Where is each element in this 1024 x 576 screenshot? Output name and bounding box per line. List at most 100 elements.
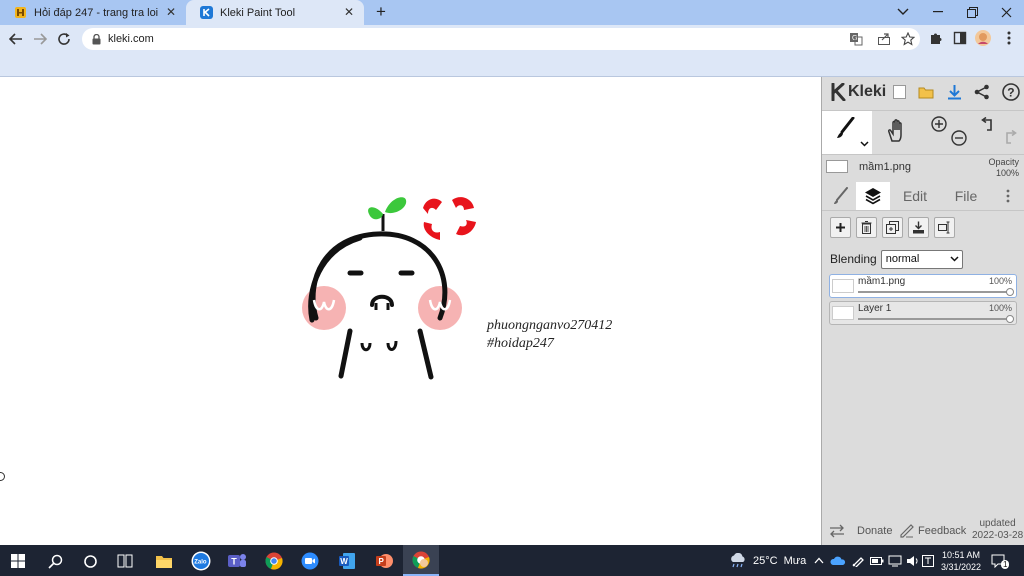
tab-file[interactable]: File (949, 182, 983, 210)
bookmark-star-icon[interactable] (900, 31, 916, 47)
blending-select[interactable]: normal (880, 249, 963, 269)
layer-opacity-slider-knob[interactable] (1006, 288, 1014, 296)
reload-button[interactable] (55, 30, 73, 48)
lock-icon[interactable] (92, 33, 101, 45)
kleki-logo-text: Kleki (848, 83, 887, 100)
tab-hoidap[interactable]: Hỏi đáp 247 - trang tra loi ✕ (0, 0, 186, 25)
updated-date: 2022-03-28 (972, 530, 1024, 541)
download-icon[interactable] (944, 82, 964, 102)
browser-menu-icon[interactable] (1001, 30, 1017, 46)
word-icon[interactable]: W (335, 549, 359, 573)
zoom-in-icon[interactable] (930, 115, 948, 133)
task-view-icon[interactable] (113, 549, 137, 573)
clock-time: 10:51 AM (941, 550, 981, 560)
zoom-out-icon[interactable] (950, 129, 968, 147)
tab-edit[interactable]: Edit (898, 182, 932, 210)
merge-down-button[interactable] (908, 217, 929, 238)
chevron-up-icon (814, 557, 824, 564)
update-info[interactable]: updated 2022-03-28 (972, 518, 1023, 542)
new-image-icon[interactable] (890, 83, 908, 101)
drawing-canvas[interactable]: phuongnganvo270412 #hoidap247 (0, 77, 821, 545)
tab-layers[interactable] (856, 182, 890, 210)
minimize-button[interactable] (928, 3, 948, 21)
signature-line: #hoidap247 (487, 336, 554, 351)
system-clock[interactable]: 10:51 AM 3/31/2022 (938, 549, 984, 573)
pen-workspace-icon[interactable] (852, 545, 864, 576)
cortana-icon[interactable] (78, 549, 102, 573)
sprout-character-drawing (302, 197, 476, 380)
duplicate-layer-button[interactable] (882, 217, 903, 238)
show-hidden-icons-button[interactable] (814, 545, 824, 576)
address-bar[interactable]: kleki.com G (82, 28, 920, 50)
back-button[interactable] (7, 30, 25, 48)
layer-opacity-slider-knob[interactable] (1006, 315, 1014, 323)
share-icon[interactable] (972, 82, 992, 102)
powerpoint-icon[interactable]: P (372, 549, 396, 573)
share-icon[interactable] (876, 31, 892, 47)
weather-widget[interactable]: 25°C Mưa (729, 545, 806, 576)
layer-item[interactable]: mầm1.png 100% (829, 274, 1017, 298)
layer-item[interactable]: Layer 1 100% (829, 301, 1017, 325)
brush-tool-button[interactable] (822, 111, 872, 155)
panel-footer: Donate Feedback updated 2022-03-28 (822, 517, 1024, 545)
bookmarks-bar (0, 53, 1024, 77)
translate-icon[interactable]: G (848, 31, 864, 47)
side-panel-icon[interactable] (952, 30, 968, 46)
teams-icon[interactable]: T (225, 549, 249, 573)
tool-row (822, 110, 1024, 155)
swap-sides-icon[interactable] (829, 524, 845, 538)
kleki-logo[interactable]: Kleki (830, 81, 886, 103)
zoom-icon[interactable] (298, 549, 322, 573)
layer-name: Layer 1 (858, 303, 892, 314)
layer-opacity-display: Opacity 100% (988, 157, 1019, 179)
network-icon[interactable] (888, 545, 902, 576)
onedrive-icon[interactable] (830, 545, 846, 576)
toolbar: kleki.com G (0, 25, 1024, 53)
zalo-icon[interactable]: Zalo (189, 549, 213, 573)
signature-text: phuongnganvo270412 #hoidap247 (487, 317, 612, 353)
search-icon[interactable] (43, 549, 67, 573)
close-tab-icon[interactable]: ✕ (342, 5, 356, 19)
tab-brush-settings[interactable] (828, 182, 854, 210)
layer-thumbnail (832, 279, 854, 293)
layer-thumbnail (832, 306, 854, 320)
undo-icon[interactable] (980, 116, 998, 134)
forward-button[interactable] (31, 30, 49, 48)
current-file-row: mầm1.png Opacity 100% (822, 154, 1024, 180)
add-layer-button[interactable] (830, 217, 851, 238)
new-tab-button[interactable]: + (372, 3, 390, 22)
close-window-button[interactable] (996, 3, 1016, 21)
tab-search-chevron-icon[interactable] (893, 3, 913, 21)
notification-center-button[interactable]: 1 (991, 545, 1015, 576)
feedback-link[interactable]: Feedback (918, 525, 966, 537)
merge-down-icon (913, 221, 924, 234)
hand-tool-button[interactable] (884, 117, 910, 145)
url-text: kleki.com (108, 33, 154, 45)
panel-tabs: Edit File (822, 180, 1024, 210)
tab-kleki[interactable]: Kleki Paint Tool ✕ (186, 0, 364, 25)
close-tab-icon[interactable]: ✕ (164, 5, 178, 19)
blending-value: normal (885, 253, 920, 265)
active-chrome-window[interactable] (403, 545, 439, 576)
open-folder-icon[interactable] (916, 83, 936, 101)
layer-opacity: 100% (988, 276, 1012, 286)
chrome-icon[interactable] (262, 549, 286, 573)
redo-icon[interactable] (1000, 129, 1018, 147)
file-explorer-icon[interactable] (152, 549, 176, 573)
help-icon[interactable]: ? (1000, 81, 1022, 103)
start-button[interactable] (6, 549, 30, 573)
layer-opacity-slider[interactable] (858, 318, 1010, 320)
layer-opacity-slider[interactable] (858, 291, 1010, 293)
battery-icon[interactable] (870, 545, 884, 576)
rename-layer-button[interactable] (934, 217, 955, 238)
input-language-icon[interactable] (922, 545, 934, 576)
donate-link[interactable]: Donate (857, 525, 892, 537)
restore-button[interactable] (962, 3, 982, 21)
more-options-icon[interactable] (1002, 182, 1014, 210)
profile-avatar-icon[interactable] (975, 30, 991, 46)
delete-layer-button[interactable] (856, 217, 877, 238)
svg-text:W: W (340, 557, 348, 566)
chevron-down-icon[interactable] (860, 141, 869, 147)
volume-icon[interactable] (906, 545, 920, 576)
extensions-puzzle-icon[interactable] (928, 30, 944, 46)
